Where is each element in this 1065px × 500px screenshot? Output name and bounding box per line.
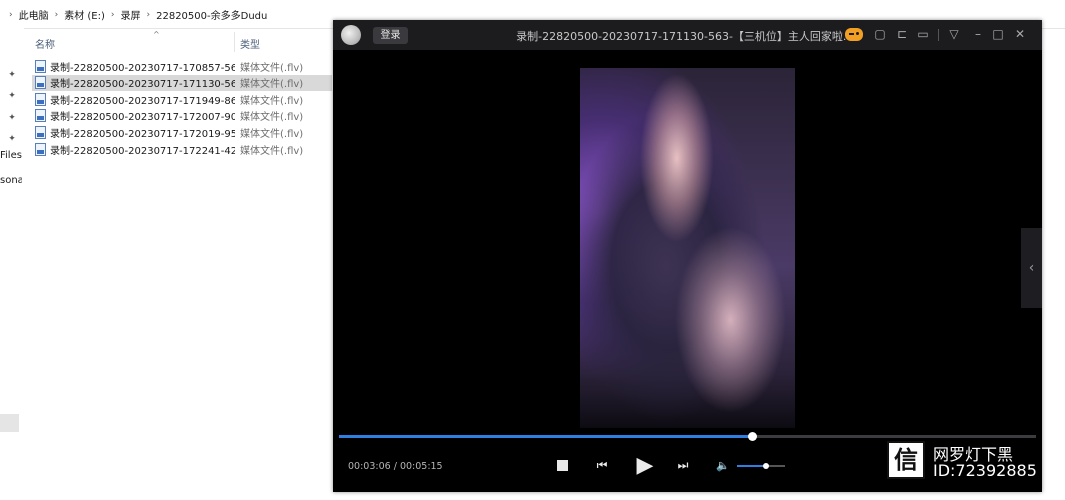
pin-icon[interactable]: ✦: [7, 70, 17, 80]
current-time: 00:03:06: [348, 461, 391, 472]
file-type: 媒体文件(.flv): [240, 62, 304, 74]
volume-fill: [737, 465, 766, 467]
login-button[interactable]: 登录: [373, 27, 408, 44]
flv-file-icon: [35, 76, 46, 90]
chevron-right-icon: ›: [146, 9, 151, 20]
next-button[interactable]: ⏭: [676, 459, 690, 472]
menu-dropdown-icon[interactable]: ▽: [947, 27, 961, 41]
maximize-icon[interactable]: □: [991, 27, 1005, 41]
column-divider[interactable]: [234, 32, 235, 52]
pin-icon[interactable]: ✦: [7, 113, 17, 123]
total-time: 00:05:15: [399, 461, 443, 472]
breadcrumb: › 此电脑 › 素材 (E:) › 录屏 › 22820500-余多多Dudu: [6, 7, 270, 23]
file-type: 媒体文件(.flv): [240, 79, 304, 91]
titlebar-divider: [938, 29, 939, 41]
breadcrumb-this-pc[interactable]: 此电脑: [16, 7, 52, 22]
progress-bar[interactable]: [339, 432, 1036, 441]
file-name: 录制-22820500-20230717-172241-42...: [50, 145, 235, 157]
file-name: 录制-22820500-20230717-171130-56...: [50, 79, 235, 91]
previous-button[interactable]: ⏮: [595, 459, 609, 472]
file-name: 录制-22820500-20230717-171949-86...: [50, 95, 235, 107]
time-separator: /: [393, 461, 397, 472]
progress-fill: [339, 435, 753, 438]
flv-file-icon: [35, 92, 46, 106]
file-row[interactable]: 录制-22820500-20230717-170857-56... 媒体文件(.f…: [32, 58, 332, 74]
breadcrumb-drive-e[interactable]: 素材 (E:): [61, 7, 108, 22]
file-name: 录制-22820500-20230717-170857-56...: [50, 62, 235, 74]
navigation-pane: ✦ ✦ ✦ ✦ Files sona: [0, 28, 24, 500]
volume-handle[interactable]: [762, 463, 769, 469]
flv-file-icon: [35, 125, 46, 139]
stop-button[interactable]: [557, 460, 568, 471]
file-type: 媒体文件(.flv): [240, 128, 304, 140]
column-header-row: ^ 名称 类型: [24, 30, 334, 52]
pin-icon[interactable]: ✦: [7, 91, 17, 101]
nav-item-selected[interactable]: [0, 414, 19, 432]
close-icon[interactable]: ✕: [1013, 27, 1027, 41]
watermark: 信 网罗灯下黑 ID:72392885: [887, 441, 1065, 486]
nav-item-personal[interactable]: sona: [0, 175, 22, 186]
minimize-icon[interactable]: –: [971, 27, 985, 41]
file-type: 媒体文件(.flv): [240, 112, 304, 124]
file-row[interactable]: 录制-22820500-20230717-172241-42... 媒体文件(.f…: [32, 141, 332, 157]
column-header-name[interactable]: 名称: [35, 36, 55, 51]
time-display: 00:03:06 / 00:05:15: [348, 461, 443, 472]
play-button[interactable]: ▶: [633, 453, 657, 479]
nav-item-files[interactable]: Files: [0, 150, 22, 161]
watermark-logo: 信: [887, 441, 925, 479]
flv-file-icon: [35, 109, 46, 123]
progress-handle[interactable]: [748, 432, 758, 441]
volume-slider[interactable]: [737, 463, 785, 469]
chevron-right-icon: ›: [54, 9, 59, 20]
file-row[interactable]: 录制-22820500-20230717-171130-56... 媒体文件(.f…: [32, 74, 332, 91]
flv-file-icon: [35, 59, 46, 73]
breadcrumb-current-folder[interactable]: 22820500-余多多Dudu: [153, 7, 270, 22]
file-name: 录制-22820500-20230717-172019-95...: [50, 128, 235, 140]
file-type: 媒体文件(.flv): [240, 95, 304, 107]
flv-file-icon: [35, 142, 46, 156]
mini-mode-icon[interactable]: ▢: [873, 27, 887, 41]
video-frame[interactable]: [580, 68, 795, 428]
video-player-window: 登录 录制-22820500-20230717-171130-563-【三机位】…: [333, 20, 1042, 492]
chevron-right-icon: ›: [110, 9, 115, 20]
volume-icon[interactable]: 🔈: [716, 459, 730, 472]
pin-icon[interactable]: ✦: [7, 134, 17, 144]
player-titlebar[interactable]: 登录 录制-22820500-20230717-171130-563-【三机位】…: [333, 20, 1042, 50]
file-type: 媒体文件(.flv): [240, 145, 304, 157]
chevron-right-icon: ›: [9, 9, 13, 20]
game-controller-icon[interactable]: [845, 28, 863, 41]
watermark-id: ID:72392885: [933, 461, 1037, 480]
folder-icon[interactable]: ▭: [916, 27, 930, 41]
breadcrumb-recordings[interactable]: 录屏: [118, 7, 144, 22]
column-header-type[interactable]: 类型: [240, 36, 260, 51]
file-row[interactable]: 录制-22820500-20230717-172007-90... 媒体文件(.f…: [32, 108, 332, 124]
file-row[interactable]: 录制-22820500-20230717-171949-86... 媒体文件(.f…: [32, 91, 332, 107]
sort-ascending-icon: ^: [153, 30, 160, 39]
file-name: 录制-22820500-20230717-172007-90...: [50, 112, 235, 124]
pin-icon[interactable]: ⊏: [895, 27, 909, 41]
file-row[interactable]: 录制-22820500-20230717-172019-95... 媒体文件(.f…: [32, 124, 332, 140]
chevron-left-icon[interactable]: ‹: [1021, 228, 1042, 308]
player-logo-icon[interactable]: [341, 25, 361, 45]
video-canvas[interactable]: ‹: [333, 50, 1042, 428]
